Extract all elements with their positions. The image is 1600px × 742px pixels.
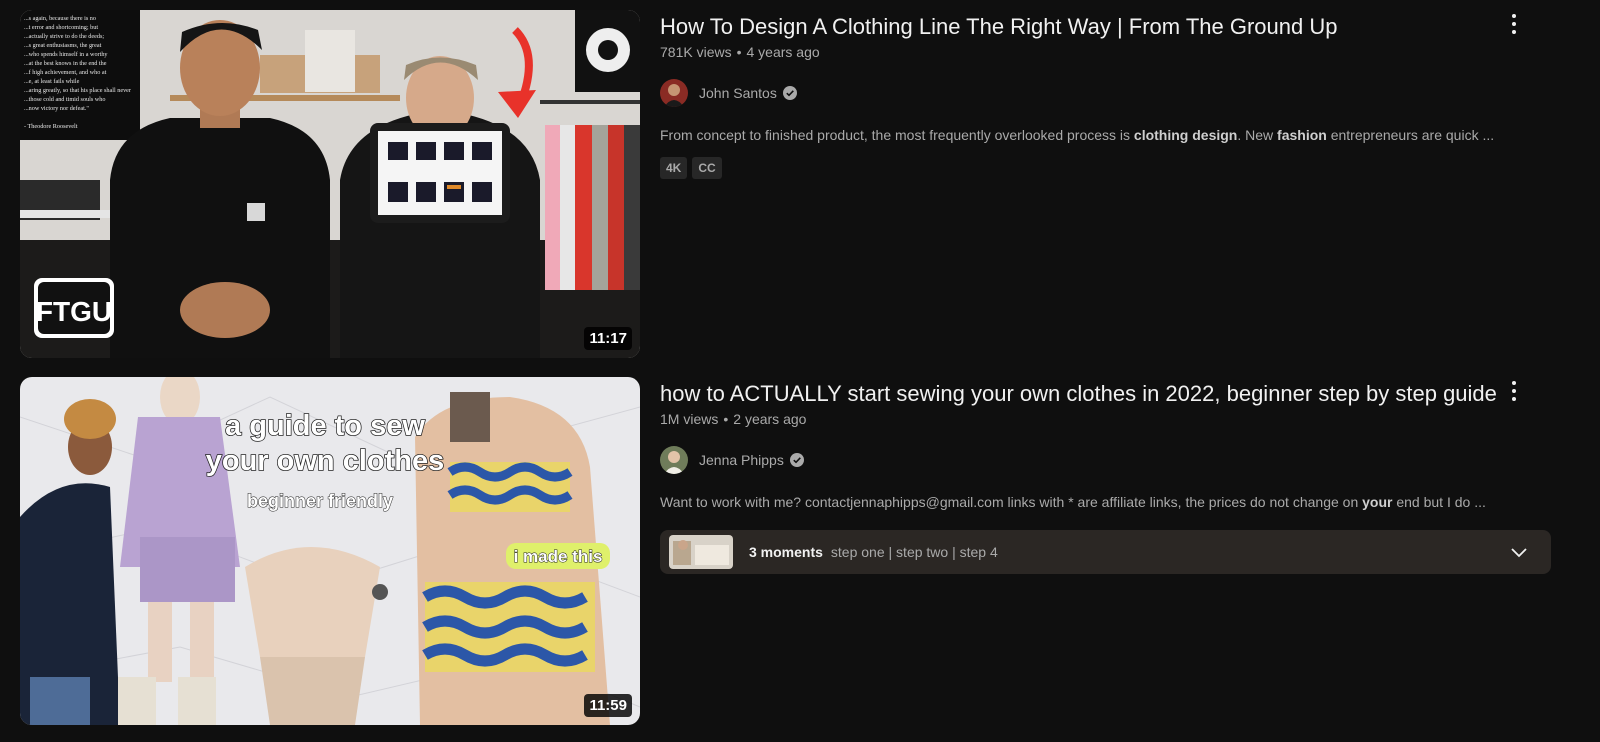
thumbnail-quote-line: ...actually strive to do the deeds; — [24, 33, 104, 40]
upload-age: 4 years ago — [746, 44, 820, 60]
moments-list: step one | step two | step 4 — [830, 544, 998, 560]
video-meta: 1M views • 2 years ago — [660, 411, 806, 427]
thumbnail-quote-line: ...t error and shortcoming; but — [24, 24, 98, 31]
thumbnail-quote-line: ...e, at least fails while — [24, 78, 80, 85]
thumbnail-quote-line: ...s great enthusiasms, the great — [24, 42, 102, 49]
thumbnail-quote-line: ...those cold and timid souls who — [24, 96, 105, 103]
thumbnail-quote-line: ...now victory nor defeat." — [24, 105, 89, 112]
channel-link[interactable]: John Santos — [660, 78, 797, 108]
channel-link[interactable]: Jenna Phipps — [660, 445, 804, 475]
thumbnail-quote-line: ...who spends himself in a worthy — [24, 51, 108, 58]
video-result[interactable]: ...s again, because there is no ...t err… — [20, 10, 1580, 358]
meta-separator: • — [736, 44, 742, 60]
thumbnail-quote-line: ...f high achievement, and who at — [24, 69, 107, 76]
video-result[interactable]: a guide to sew your own clothes beginner… — [20, 377, 1580, 725]
description-highlight: clothing design — [1133, 127, 1238, 143]
badge-cc: CC — [692, 157, 722, 179]
description-text: Want to work with me? contactjennaphipps… — [660, 494, 1363, 510]
description-highlight: fashion — [1277, 127, 1327, 143]
thumbnail-image: ...s again, because there is no ...t err… — [20, 10, 640, 358]
upload-age: 2 years ago — [733, 411, 807, 427]
view-count: 1M views — [660, 411, 719, 427]
more-vert-icon[interactable] — [1500, 10, 1528, 38]
video-description: Want to work with me? contactjennaphipps… — [660, 494, 1540, 510]
badge-4k: 4K — [660, 157, 688, 179]
key-moments-expander[interactable]: 3 moments step one | step two | step 4 — [660, 530, 1551, 574]
video-thumbnail[interactable]: a guide to sew your own clothes beginner… — [20, 377, 640, 725]
thumbnail-subheadline: beginner friendly — [247, 491, 393, 511]
thumbnail-quote-line: - Theodore Roosevelt — [24, 123, 78, 130]
description-text: entrepreneurs are quick ... — [1326, 127, 1495, 143]
moment-thumbnail — [669, 535, 733, 569]
channel-avatar[interactable] — [660, 79, 688, 107]
duration-badge: 11:59 — [584, 694, 632, 717]
verified-check-icon — [782, 86, 797, 100]
video-title[interactable]: how to ACTUALLY start sewing your own cl… — [660, 379, 1520, 409]
more-vert-icon[interactable] — [1500, 377, 1528, 405]
view-count: 781K views — [660, 44, 732, 60]
channel-avatar[interactable] — [660, 446, 688, 474]
chevron-down-icon[interactable] — [1509, 542, 1529, 562]
description-text: From concept to finished product, the mo… — [660, 127, 1134, 143]
channel-name[interactable]: Jenna Phipps — [699, 452, 784, 468]
thumbnail-headline: a guide to sew — [225, 410, 425, 442]
duration-badge: 11:17 — [584, 327, 632, 350]
video-meta: 781K views • 4 years ago — [660, 44, 820, 60]
video-description: From concept to finished product, the mo… — [660, 127, 1540, 143]
moments-count: 3 moments — [749, 544, 823, 560]
feature-badges: 4K CC — [660, 157, 722, 179]
description-highlight: your — [1362, 494, 1393, 510]
meta-separator: • — [723, 411, 729, 427]
thumbnail-image: a guide to sew your own clothes beginner… — [20, 377, 640, 725]
video-thumbnail[interactable]: ...s again, because there is no ...t err… — [20, 10, 640, 358]
channel-name[interactable]: John Santos — [699, 85, 777, 101]
video-title[interactable]: How To Design A Clothing Line The Right … — [660, 12, 1520, 42]
thumbnail-logo-text: FTGU — [36, 296, 112, 327]
thumbnail-headline: your own clothes — [206, 445, 444, 477]
thumbnail-quote-line: ...at the best knows in the end the — [24, 60, 107, 67]
verified-check-icon — [789, 453, 804, 467]
thumbnail-quote-line: ...s again, because there is no — [24, 15, 96, 22]
thumbnail-quote-line: ...aring greatly, so that his place shal… — [24, 87, 131, 94]
description-text: end but I do ... — [1392, 494, 1486, 510]
thumbnail-tag: i made this — [514, 547, 603, 566]
description-text: . New — [1237, 127, 1278, 143]
